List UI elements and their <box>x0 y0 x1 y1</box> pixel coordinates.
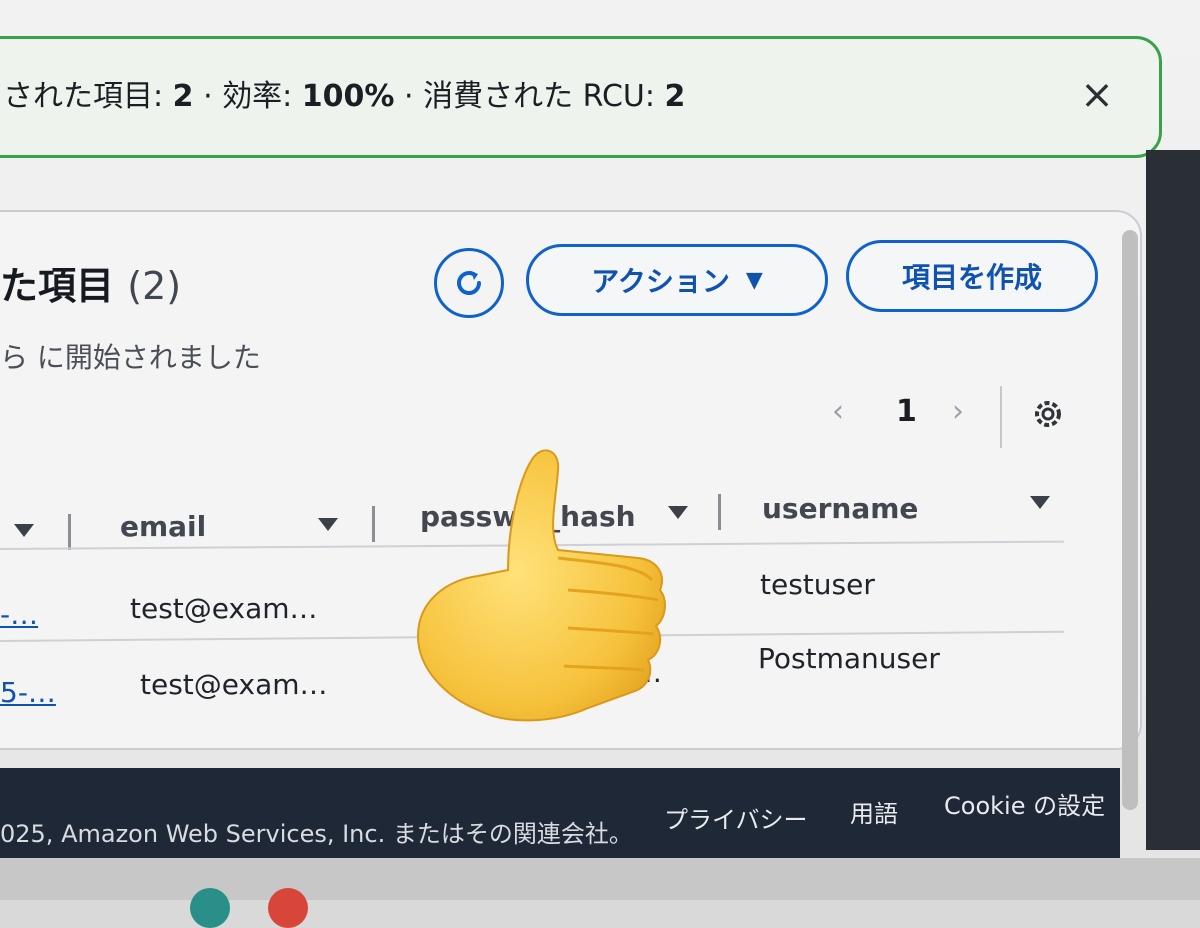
sort-icon[interactable] <box>318 518 338 531</box>
footer-link-privacy[interactable]: プライバシー <box>664 800 808 835</box>
panel-subtitle: ら に開始されました <box>0 341 261 374</box>
banner-rcu: 2 <box>664 79 686 114</box>
actions-button[interactable]: アクション ▼ <box>526 244 828 316</box>
dock-app-icon <box>190 888 230 928</box>
screen: された項目: 2 · 効率: 100% · 消費された RCU: 2 × た項目… <box>0 0 1200 928</box>
dock-app-icon <box>268 888 308 928</box>
banner-text-prefix: された項目: <box>3 79 173 114</box>
thumbs-up-emoji <box>416 449 666 722</box>
banner-sep-rcu: · 消費された RCU: <box>394 79 665 114</box>
copyright-text: 025, Amazon Web Services, Inc. またはその関連会社… <box>0 820 633 848</box>
sort-icon[interactable] <box>1030 496 1050 509</box>
screen-edge <box>1146 150 1200 850</box>
row-1-id-link[interactable]: -… <box>0 598 38 631</box>
panel-title-text: た項目 <box>0 264 115 308</box>
sort-icon[interactable] <box>14 524 34 537</box>
settings-gear-icon <box>1035 401 1061 427</box>
column-header-email[interactable]: email <box>120 510 206 543</box>
refresh-button[interactable] <box>434 248 504 318</box>
page-scrollbar[interactable] <box>1122 230 1138 810</box>
column-separator[interactable] <box>372 506 375 542</box>
row-2-id-link[interactable]: 5-… <box>0 676 56 709</box>
banner-returned-count: 2 <box>172 79 194 114</box>
banner-sep-efficiency: · 効率: <box>193 79 302 114</box>
refresh-icon <box>457 271 481 295</box>
footer-link-terms[interactable]: 用語 <box>850 794 898 829</box>
column-header-username[interactable]: username <box>762 492 918 525</box>
banner-efficiency: 100% <box>301 79 395 114</box>
panel-title: た項目 (2) <box>0 255 181 310</box>
page-footer: 025, Amazon Web Services, Inc. またはその関連会社… <box>0 768 1120 858</box>
column-separator[interactable] <box>718 494 721 530</box>
column-separator[interactable] <box>68 514 71 550</box>
current-page[interactable]: 1 <box>896 394 917 438</box>
monitor-bezel <box>0 858 1200 900</box>
table-settings-button[interactable] <box>1028 394 1068 434</box>
caret-down-icon: ▼ <box>745 267 763 293</box>
close-icon[interactable]: × <box>1075 73 1119 117</box>
item-count: (2) <box>127 264 182 308</box>
footer-link-cookie-settings[interactable]: Cookie の設定 <box>944 786 1105 821</box>
banner-message: された項目: 2 · 効率: 100% · 消費された RCU: 2 <box>3 39 685 155</box>
previous-page-button[interactable]: ‹ <box>832 394 844 438</box>
create-item-button[interactable]: 項目を作成 <box>846 240 1098 312</box>
create-item-label: 項目を作成 <box>901 261 1042 294</box>
success-flash-banner: された項目: 2 · 効率: 100% · 消費された RCU: 2 × <box>0 36 1162 158</box>
row-2-email: test@exam… <box>140 668 328 701</box>
row-2-username: Postmanuser <box>758 642 940 675</box>
pagination-divider <box>1000 386 1002 448</box>
row-1-email: test@exam… <box>130 592 318 625</box>
actions-label: アクション <box>591 265 730 298</box>
next-page-button[interactable]: › <box>952 394 964 438</box>
row-1-username: testuser <box>760 568 875 601</box>
